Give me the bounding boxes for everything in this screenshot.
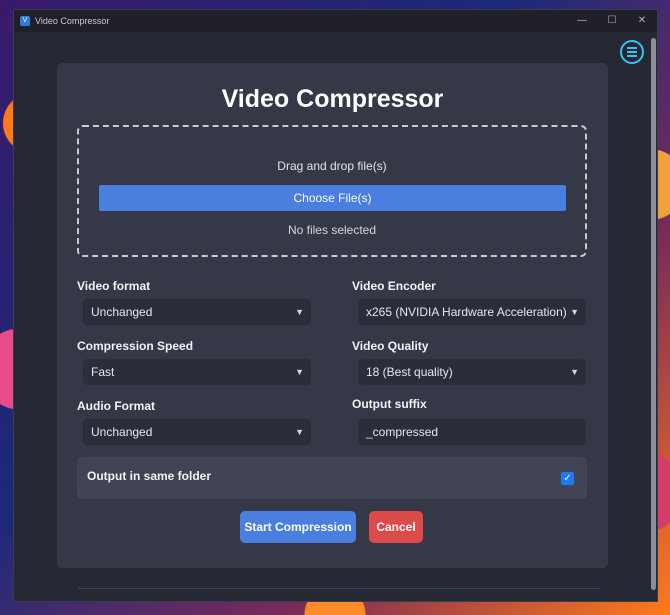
start-compression-button[interactable]: Start Compression [240, 511, 356, 543]
video-format-label: Video format [77, 279, 151, 293]
chevron-down-icon: ▼ [570, 307, 579, 317]
page-title: Video Compressor [221, 85, 444, 113]
compression-speed-select[interactable]: Fast ▼ [83, 359, 311, 385]
dropzone-prompt: Drag and drop file(s) [277, 159, 387, 173]
app-icon: V [20, 16, 30, 26]
video-encoder-select[interactable]: x265 (NVIDIA Hardware Acceleration) ▼ [358, 299, 586, 325]
video-quality-value: 18 (Best quality) [366, 365, 453, 379]
video-encoder-label: Video Encoder [352, 279, 436, 293]
chevron-down-icon: ▼ [295, 367, 304, 377]
compression-speed-label: Compression Speed [77, 339, 194, 353]
title-bar: V Video Compressor — ☐ ✕ [14, 10, 657, 32]
maximize-button[interactable]: ☐ [597, 10, 627, 32]
cancel-button[interactable]: Cancel [369, 511, 423, 543]
app-window: V Video Compressor — ☐ ✕ Video Compresso… [13, 9, 658, 602]
close-button[interactable]: ✕ [627, 10, 657, 32]
choose-files-button[interactable]: Choose File(s) [99, 185, 566, 211]
file-dropzone[interactable]: Drag and drop file(s) Choose File(s) No … [77, 125, 587, 257]
same-folder-checkbox[interactable]: ✓ [561, 472, 574, 485]
divider [78, 588, 601, 589]
file-status: No files selected [287, 223, 377, 237]
video-encoder-value: x265 (NVIDIA Hardware Acceleration) [366, 305, 567, 319]
video-format-value: Unchanged [91, 305, 153, 319]
video-quality-select[interactable]: 18 (Best quality) ▼ [358, 359, 586, 385]
output-suffix-input[interactable]: _compressed [358, 419, 586, 445]
chevron-down-icon: ▼ [295, 427, 304, 437]
minimize-button[interactable]: — [567, 10, 597, 32]
audio-format-select[interactable]: Unchanged ▼ [83, 419, 311, 445]
compressor-card: Video Compressor Drag and drop file(s) C… [57, 63, 608, 568]
window-title: Video Compressor [35, 16, 110, 26]
chevron-down-icon: ▼ [295, 307, 304, 317]
same-folder-label: Output in same folder [87, 469, 212, 483]
audio-format-label: Audio Format [77, 399, 155, 413]
video-format-select[interactable]: Unchanged ▼ [83, 299, 311, 325]
compression-speed-value: Fast [91, 365, 115, 379]
menu-icon[interactable] [620, 40, 644, 64]
audio-format-value: Unchanged [91, 425, 153, 439]
output-suffix-label: Output suffix [352, 397, 427, 411]
same-folder-row: Output in same folder ✓ [77, 457, 587, 499]
video-quality-label: Video Quality [352, 339, 429, 353]
chevron-down-icon: ▼ [570, 367, 579, 377]
scrollbar[interactable] [651, 38, 656, 590]
